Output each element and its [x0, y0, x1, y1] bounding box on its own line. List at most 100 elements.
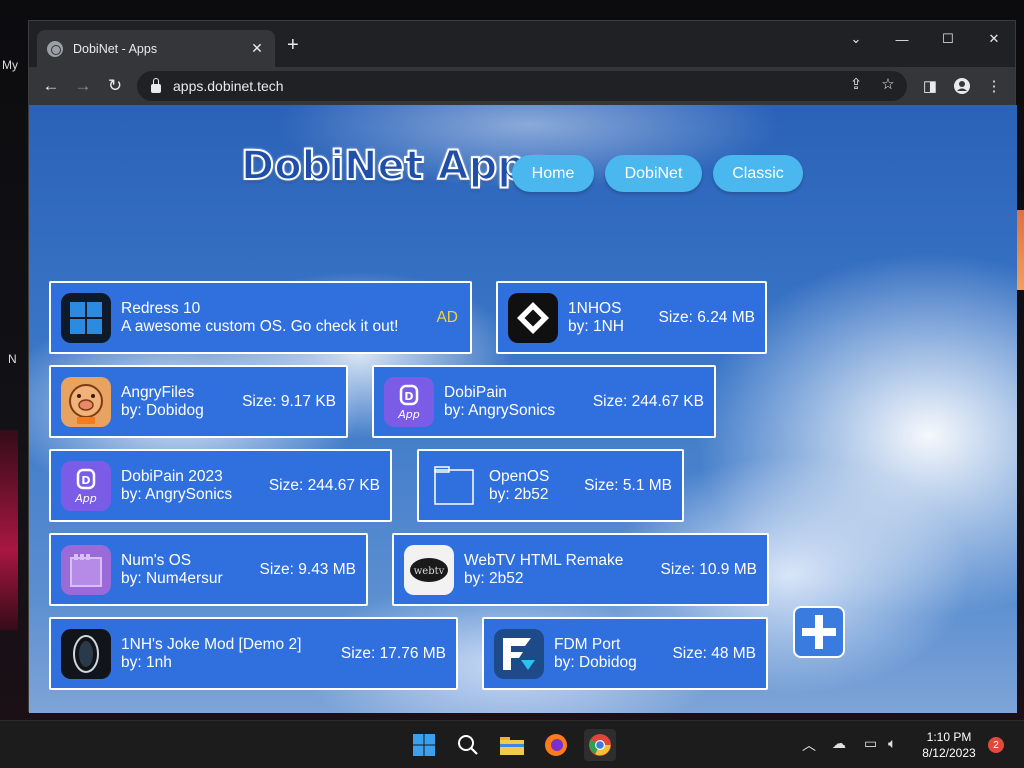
new-tab-button[interactable]: + [287, 35, 299, 55]
address-bar[interactable]: apps.dobinet.tech ⇪ ☆ [137, 71, 907, 101]
app-size: Size: 6.24 MB [658, 308, 756, 326]
svg-text:App: App [397, 408, 420, 421]
reload-button[interactable]: ↻ [103, 74, 127, 98]
app-name: 1NHOS [568, 299, 622, 317]
forward-button[interactable]: → [71, 74, 95, 98]
close-tab-icon[interactable]: ✕ [249, 40, 265, 57]
app-author: by: 2b52 [464, 569, 524, 587]
browser-toolbar: ← → ↻ apps.dobinet.tech ⇪ ☆ ◨ ⋮ [29, 67, 1015, 105]
system-clock[interactable]: 1:10 PM 8/12/2023 [912, 729, 986, 761]
browser-tab[interactable]: DobiNet - Apps ✕ [37, 30, 275, 67]
app-size: Size: 9.43 MB [259, 560, 357, 578]
globe-icon [47, 40, 63, 57]
app-size: Size: 48 MB [672, 644, 756, 662]
svg-text:webtv: webtv [414, 566, 445, 577]
app-author: by: 2b52 [489, 485, 549, 503]
app-name: DobiPain [444, 383, 507, 401]
browser-window: DobiNet - Apps ✕ + ⌄ — ☐ ✕ ← → ↻ apps.do… [28, 20, 1017, 713]
firefox-icon[interactable] [540, 729, 572, 761]
app-card-redress-10[interactable]: Redress 10 A awesome custom OS. Go check… [49, 281, 472, 354]
app-name: FDM Port [554, 635, 621, 653]
app-author: by: AngrySonics [121, 485, 233, 503]
url-text[interactable]: apps.dobinet.tech [173, 78, 284, 94]
app-name: Num's OS [121, 551, 192, 569]
share-icon[interactable]: ⇪ [845, 75, 867, 93]
portal-icon [61, 628, 111, 679]
app-name: Redress 10 [121, 299, 201, 317]
app-name: 1NH's Joke Mod [Demo 2] [121, 635, 302, 653]
nav-classic-button[interactable]: Classic [713, 155, 803, 192]
app-size: Size: 9.17 KB [242, 392, 336, 410]
app-card-nums-os[interactable]: Num's OS by: Num4ersur Size: 9.43 MB [49, 533, 368, 606]
app-card-openos[interactable]: OpenOS by: 2b52 Size: 5.1 MB [417, 449, 684, 522]
start-windows-icon[interactable] [408, 729, 440, 761]
tab-strip: DobiNet - Apps ✕ + ⌄ — ☐ ✕ [29, 21, 1015, 67]
chrome-icon[interactable] [584, 729, 616, 761]
maximize-button[interactable]: ☐ [925, 25, 971, 53]
app-card-1nhos[interactable]: 1NHOS by: 1NH Size: 6.24 MB [496, 281, 767, 354]
nav-home-button[interactable]: Home [512, 155, 594, 192]
app-author: by: AngrySonics [444, 401, 556, 419]
app-author: by: Dobidog [121, 401, 204, 419]
desktop-wallpaper-accent [0, 430, 18, 630]
svg-text:D: D [81, 474, 90, 487]
app-size: Size: 5.1 MB [584, 476, 672, 494]
webtv-icon: webtv [404, 544, 454, 595]
notification-badge[interactable]: 2 [988, 737, 1004, 753]
app-author: by: 1nh [121, 653, 172, 671]
site-logo[interactable]: DobiNet Apps [240, 142, 551, 190]
side-panel-icon[interactable]: ◨ [918, 74, 942, 98]
app-card-webtv-html-remake[interactable]: webtv WebTV HTML Remake by: 2b52 Size: 1… [392, 533, 769, 606]
app-card-fdm-port[interactable]: FDM Port by: Dobidog Size: 48 MB [482, 617, 768, 690]
app-name: AngryFiles [121, 383, 195, 401]
app-card-dobipain[interactable]: D App DobiPain by: AngrySonics Size: 244… [372, 365, 716, 438]
purple-window-icon [61, 544, 111, 595]
app-size: Size: 244.67 KB [592, 392, 704, 410]
profile-icon[interactable] [950, 74, 974, 98]
app-size: Size: 17.76 MB [340, 644, 446, 662]
1nhos-icon [508, 292, 558, 343]
app-size: Size: 244.67 KB [268, 476, 380, 494]
app-description: A awesome custom OS. Go check it out! [121, 317, 399, 335]
lock-icon[interactable] [151, 77, 161, 93]
search-icon[interactable] [452, 729, 484, 761]
app-card-angryfiles[interactable]: AngryFiles by: Dobidog Size: 9.17 KB [49, 365, 348, 438]
bookmark-star-icon[interactable]: ☆ [877, 75, 899, 93]
add-app-button[interactable] [793, 606, 845, 658]
fdm-icon [494, 628, 544, 679]
svg-text:App: App [74, 492, 97, 505]
back-button[interactable]: ← [39, 74, 63, 98]
dobi-app-icon: D App [384, 376, 434, 427]
network-icon[interactable]: ▭ [864, 735, 877, 752]
windows-logo-icon [61, 292, 111, 343]
app-author: by: Dobidog [554, 653, 637, 671]
minimize-button[interactable]: — [879, 25, 925, 53]
volume-icon[interactable]: 🔈︎ [888, 735, 896, 752]
file-explorer-icon[interactable] [496, 729, 528, 761]
angry-pig-icon [61, 376, 111, 427]
desktop-icon-label: N [8, 352, 17, 366]
app-size: Size: 10.9 MB [660, 560, 758, 578]
app-author: by: Num4ersur [121, 569, 223, 587]
tab-title: DobiNet - Apps [73, 41, 158, 56]
kebab-menu-icon[interactable]: ⋮ [982, 74, 1006, 98]
svg-text:D: D [404, 390, 413, 403]
dobi-app-icon: D App [61, 460, 111, 511]
clock-date: 8/12/2023 [922, 746, 976, 760]
close-window-button[interactable]: ✕ [971, 25, 1017, 53]
taskbar: ︿ ☁ ▭ 🔈︎ 1:10 PM 8/12/2023 [0, 720, 1024, 768]
ad-badge: AD [436, 308, 458, 326]
window-outline-icon [429, 461, 479, 511]
onedrive-offline-icon[interactable]: ☁ [832, 735, 846, 752]
app-name: DobiPain 2023 [121, 467, 223, 485]
desktop-icon-label: My [2, 58, 18, 72]
chevron-up-icon[interactable]: ︿ [802, 735, 816, 755]
tab-search-icon[interactable]: ⌄ [833, 25, 879, 53]
app-name: OpenOS [489, 467, 550, 485]
app-card-1nhs-joke-mod[interactable]: 1NH's Joke Mod [Demo 2] by: 1nh Size: 17… [49, 617, 458, 690]
page-viewport: DobiNet Apps Home DobiNet Classic Redres… [29, 105, 1017, 713]
app-name: WebTV HTML Remake [464, 551, 624, 569]
plus-icon [802, 615, 836, 649]
nav-dobinet-button[interactable]: DobiNet [605, 155, 702, 192]
app-card-dobipain-2023[interactable]: D App DobiPain 2023 by: AngrySonics Size… [49, 449, 392, 522]
